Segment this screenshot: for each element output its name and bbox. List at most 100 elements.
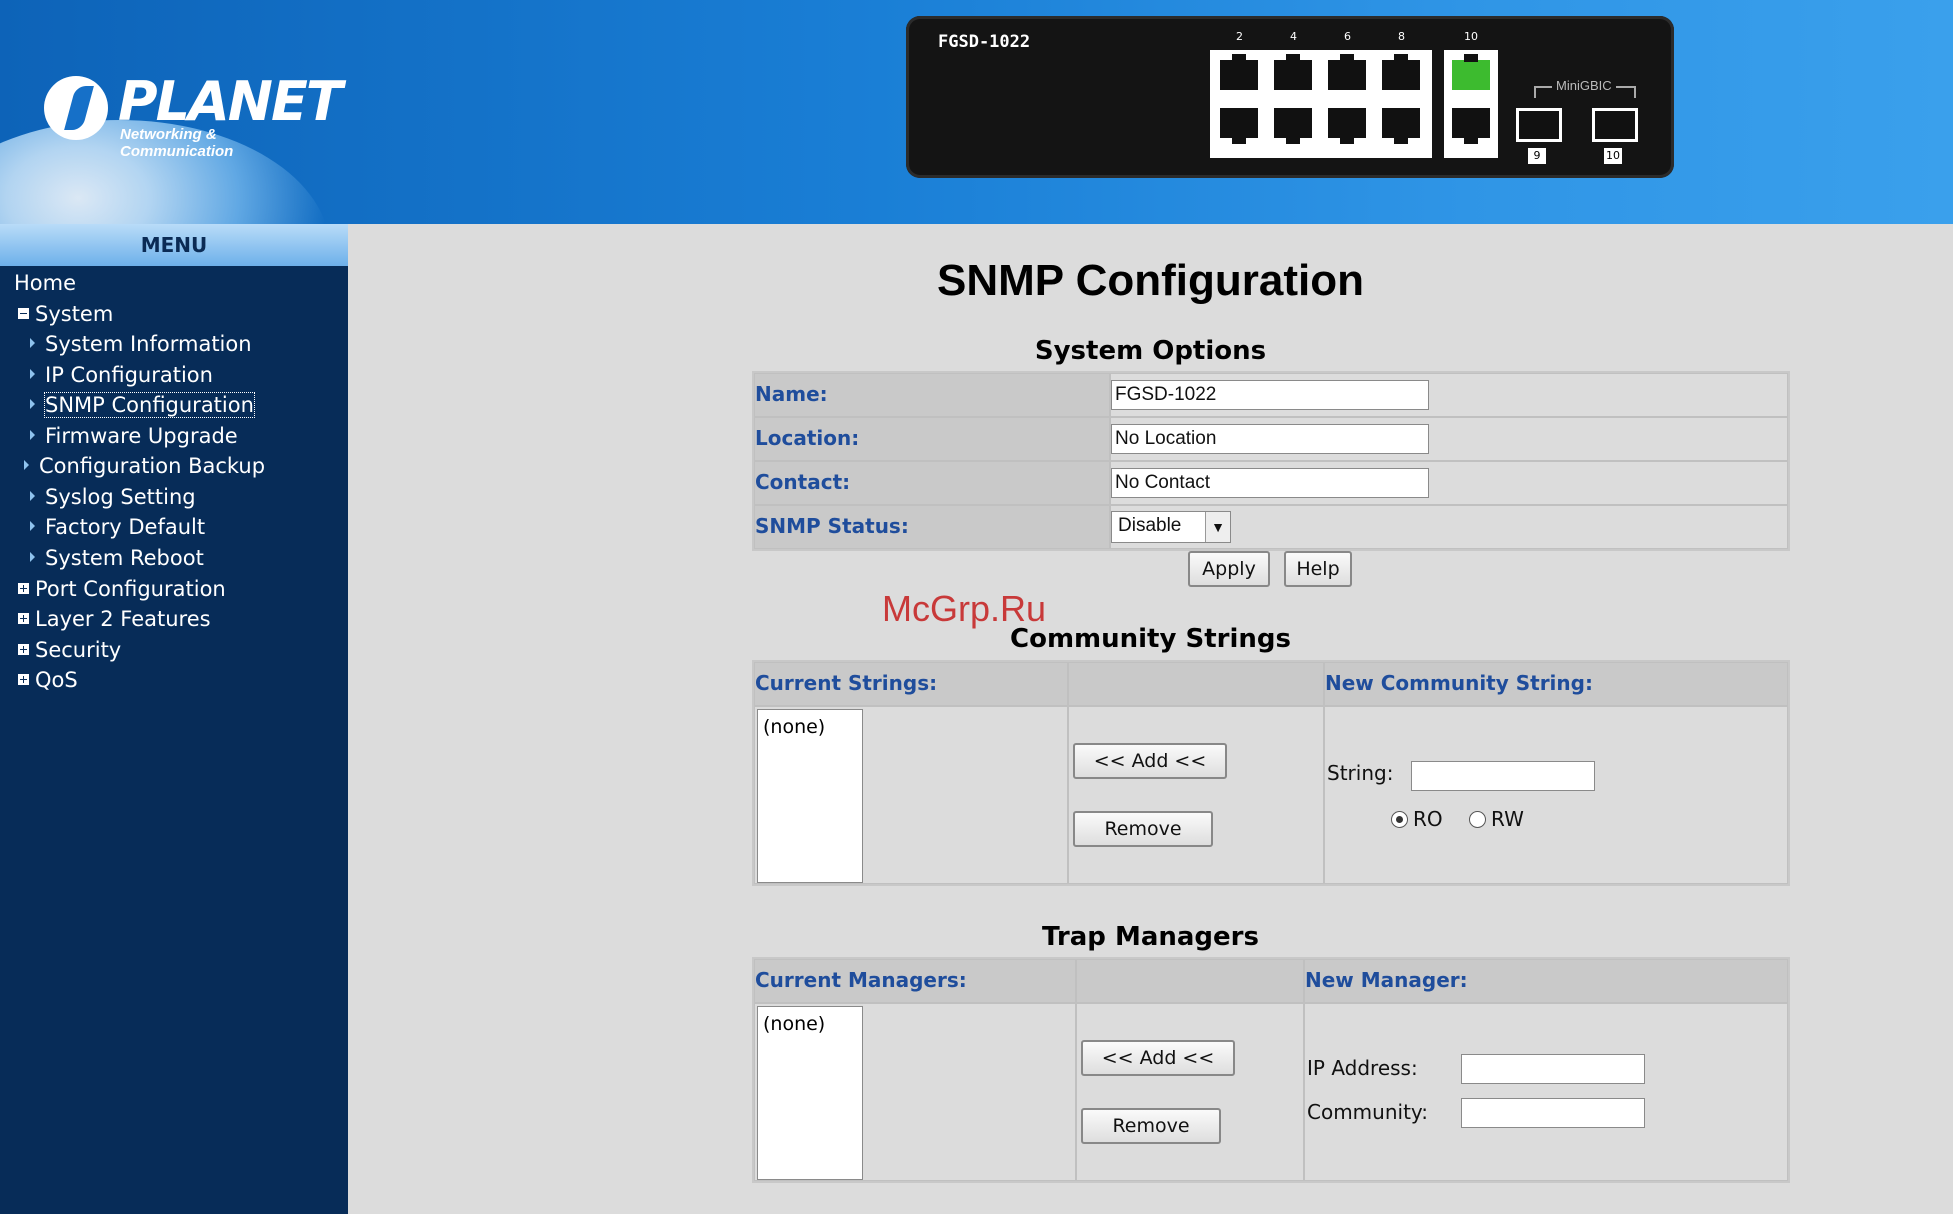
location-input[interactable]: No Location [1111,424,1429,454]
contact-value-cell: No Contact [1110,461,1788,505]
sidebar-item-snmp-configuration[interactable]: SNMP Configuration [30,392,255,418]
rj45-port-icon [1274,54,1312,90]
page-title: SNMP Configuration [937,256,1364,305]
trap-actions-cell: << Add << Remove [1076,1003,1304,1181]
contact-label-cell: Contact: [754,461,1110,505]
current-strings-header-cell: Current Strings: [754,662,1068,706]
rj45-port-icon [1382,54,1420,90]
sidebar-item-label: SNMP Configuration [44,392,255,418]
port-number: 2 [1236,30,1243,43]
sidebar-item-home[interactable]: Home [14,271,76,295]
name-input[interactable]: FGSD-1022 [1111,380,1429,410]
status-label-cell: SNMP Status: [754,505,1110,549]
sidebar-item-qos[interactable]: QoS [18,668,78,692]
sidebar-item-label: Factory Default [45,515,206,539]
current-managers-listbox[interactable]: (none) [757,1006,863,1180]
switch-model-label: FGSD-1022 [938,32,1031,52]
sfp-number: 10 [1604,148,1622,164]
planet-logo: PLANET Networking & Communication [40,70,343,160]
community-label: Community: [1307,1100,1429,1124]
add-community-button[interactable]: << Add << [1073,743,1227,779]
rw-radio[interactable] [1469,811,1486,828]
status-value-cell: Disable ▼ [1110,505,1788,549]
trap-managers-title: Trap Managers [1042,922,1259,952]
new-manager-header-cell: New Manager: [1304,959,1788,1003]
new-community-string-header: New Community String: [1325,671,1593,695]
rj45-port-block [1444,50,1498,158]
sidebar-item-label: System [35,302,114,326]
remove-community-button[interactable]: Remove [1073,811,1213,847]
bullet-arrow-icon [30,399,35,409]
remove-manager-button[interactable]: Remove [1081,1108,1221,1144]
list-item[interactable]: (none) [763,1013,825,1035]
ip-address-label: IP Address: [1307,1056,1418,1080]
sidebar-item-label: Port Configuration [35,577,226,601]
bullet-arrow-icon [30,491,35,501]
snmp-status-select[interactable]: Disable ▼ [1111,511,1231,543]
location-value-cell: No Location [1110,417,1788,461]
help-button[interactable]: Help [1284,551,1352,587]
sidebar-item-system-reboot[interactable]: System Reboot [30,546,204,570]
new-string-cell: String: RO RW [1324,706,1788,884]
sidebar-item-system[interactable]: System [18,302,113,326]
apply-button[interactable]: Apply [1188,551,1270,587]
sidebar-item-label: System Reboot [45,546,204,570]
bullet-arrow-icon [30,338,35,348]
community-strings-table: Current Strings: New Community String: (… [752,660,1790,886]
sidebar-item-port-configuration[interactable]: Port Configuration [18,577,226,601]
ro-radio[interactable] [1391,811,1408,828]
community-actions-cell: << Add << Remove [1068,706,1324,884]
ip-address-input[interactable] [1461,1054,1645,1084]
community-strings-title: Community Strings [1010,624,1291,654]
sidebar-item-factory-default[interactable]: Factory Default [30,515,205,539]
community-input[interactable] [1461,1098,1645,1128]
expand-icon[interactable] [18,582,29,594]
sidebar-item-label: Firmware Upgrade [45,424,238,448]
sidebar-item-syslog-setting[interactable]: Syslog Setting [30,485,196,509]
add-manager-button[interactable]: << Add << [1081,1040,1235,1076]
rj45-port-active-icon [1452,54,1490,90]
expand-icon[interactable] [18,643,29,655]
expand-icon[interactable] [18,673,29,685]
chevron-down-icon[interactable]: ▼ [1205,512,1230,542]
sidebar-item-layer2-features[interactable]: Layer 2 Features [18,607,211,631]
sidebar-item-label: System Information [45,332,252,356]
sidebar-item-firmware-upgrade[interactable]: Firmware Upgrade [30,424,238,448]
port-number: 7 [1400,148,1407,161]
rj45-port-icon [1274,108,1312,144]
new-manager-cell: IP Address: Community: [1304,1003,1788,1181]
name-label-cell: Name: [754,373,1110,417]
location-label-cell: Location: [754,417,1110,461]
new-manager-header: New Manager: [1305,968,1468,992]
sidebar-item-configuration-backup[interactable]: Configuration Backup [24,454,265,478]
list-item[interactable]: (none) [763,716,825,738]
sfp-port-icon [1516,108,1562,142]
sfp-port-icon [1592,108,1638,142]
sidebar-item-ip-configuration[interactable]: IP Configuration [30,363,213,387]
expand-icon[interactable] [18,612,29,624]
bullet-arrow-icon [30,552,35,562]
new-string-header-cell: New Community String: [1324,662,1788,706]
sfp-number: 9 [1528,148,1546,164]
sidebar-item-system-information[interactable]: System Information [30,332,252,356]
current-strings-listbox[interactable]: (none) [757,709,863,883]
collapse-icon[interactable] [18,307,29,319]
logo-text: PLANET [118,70,343,133]
port-number: 8 [1398,30,1405,43]
sidebar-menu: MENU Home System System Information IP C… [0,224,348,1214]
system-options-table: Name: FGSD-1022 Location: No Location Co… [752,371,1790,551]
name-value-cell: FGSD-1022 [1110,373,1788,417]
menu-title: MENU [0,224,348,266]
current-managers-header: Current Managers: [755,968,967,992]
sfp-label: MiniGBIC [1552,78,1616,93]
rj45-port-icon [1328,54,1366,90]
string-input[interactable] [1411,761,1595,791]
contact-input[interactable]: No Contact [1111,468,1429,498]
string-label: String: [1327,761,1394,785]
sidebar-item-security[interactable]: Security [18,638,121,662]
current-managers-header-cell: Current Managers: [754,959,1076,1003]
current-managers-cell: (none) [754,1003,1076,1181]
rj45-port-icon [1328,108,1366,144]
port-number: 9 [1468,148,1475,161]
name-label: Name: [755,382,828,406]
